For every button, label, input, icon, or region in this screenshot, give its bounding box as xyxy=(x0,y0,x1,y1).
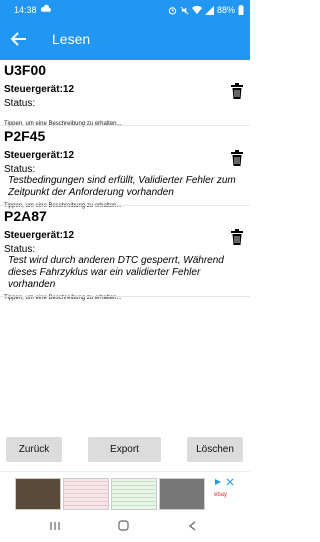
separator xyxy=(0,296,250,297)
dtc-item-p2f45[interactable]: P2F45 Steuergerät:12 Status: Testbedingu… xyxy=(4,128,246,209)
trash-icon[interactable] xyxy=(231,150,243,166)
dtc-hint: Tippen, um eine Beschreibung zu erhalten… xyxy=(4,121,122,127)
dtc-unit: Steuergerät:12 xyxy=(4,84,75,95)
export-button[interactable]: Export xyxy=(88,437,161,462)
status-time: 14:38 xyxy=(14,5,37,15)
ad-image-calendar[interactable] xyxy=(63,478,109,510)
ad-image-car-interior[interactable] xyxy=(15,478,61,510)
page-title: Lesen xyxy=(52,31,91,47)
separator xyxy=(0,205,250,206)
ad-banner[interactable]: ebay xyxy=(0,471,250,514)
dtc-unit: Steuergerät:12 xyxy=(4,230,75,241)
dtc-unit: Steuergerät:12 xyxy=(4,150,75,161)
home-icon[interactable] xyxy=(118,520,129,531)
status-right: 88% xyxy=(168,5,244,15)
cloud-icon xyxy=(40,4,51,12)
ad-image-calendar-2[interactable] xyxy=(111,478,157,510)
nav-back-icon[interactable] xyxy=(188,521,197,531)
wifi-icon xyxy=(191,5,202,14)
back-arrow-icon[interactable] xyxy=(10,30,28,48)
ad-image-car-seat[interactable] xyxy=(159,478,205,510)
signal-icon xyxy=(204,5,214,15)
mute-icon xyxy=(180,6,189,14)
dtc-code: P2F45 xyxy=(4,128,46,144)
dtc-status-label: Status: xyxy=(4,244,36,255)
navigation-bar xyxy=(0,513,250,542)
delete-button[interactable]: Löschen xyxy=(187,437,243,462)
battery-level: 88% xyxy=(216,5,235,15)
dtc-code: P2A87 xyxy=(4,208,47,224)
dtc-item-u3f00[interactable]: U3F00 Steuergerät:12 Status: Tippen, um … xyxy=(4,62,246,127)
dtc-code: U3F00 xyxy=(4,62,47,78)
dtc-description: Test wird durch anderen DTC gesperrt, Wä… xyxy=(8,255,224,290)
trash-icon[interactable] xyxy=(231,83,243,99)
dtc-status-label: Status: xyxy=(4,98,36,109)
dtc-description: Testbedingungen sind erfüllt, Validierte… xyxy=(8,175,236,198)
separator xyxy=(0,125,250,126)
dtc-status-label: Status: xyxy=(4,164,36,175)
adchoices-icon[interactable] xyxy=(214,478,222,486)
dtc-item-p2a87[interactable]: P2A87 Steuergerät:12 Status: Test wird d… xyxy=(4,208,246,301)
ad-brand-logo[interactable]: ebay xyxy=(214,492,227,498)
recent-apps-icon[interactable] xyxy=(50,521,60,531)
status-bar: 14:38 88% xyxy=(0,0,250,20)
battery-icon xyxy=(238,5,244,15)
trash-icon[interactable] xyxy=(231,229,243,245)
close-ad-icon[interactable] xyxy=(226,478,234,486)
app-bar: Lesen xyxy=(0,20,250,60)
back-button[interactable]: Zurück xyxy=(6,437,62,462)
alarm-icon xyxy=(168,6,177,15)
